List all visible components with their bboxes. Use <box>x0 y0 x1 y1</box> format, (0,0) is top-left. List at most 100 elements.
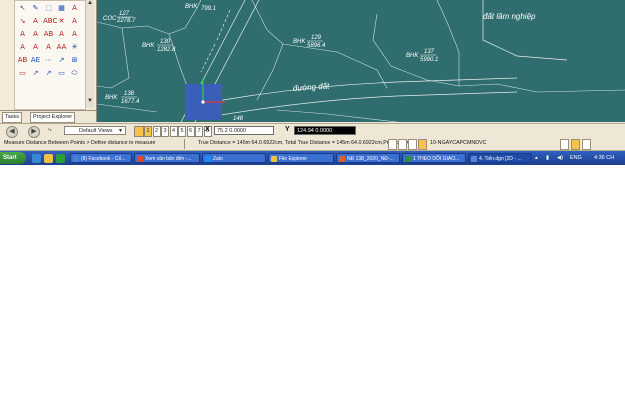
tool-button[interactable]: ⬭ <box>69 68 80 78</box>
status-bar: Measure Distance Between Points > Define… <box>0 138 625 151</box>
warning-icon[interactable] <box>571 139 580 150</box>
tool-button[interactable]: ↖ <box>17 3 28 13</box>
folder-icon[interactable] <box>134 126 144 137</box>
microstation-window: ↖ ✎ ⬚ ▦ A ↘ A ABC ✕ A A A AB A A A A A AA ✳ AB AE ⋯ ↗ ⊞ ▭ ↗ ↗ ▭ ⬭ ▲ ▼… <box>0 0 625 165</box>
scroll-down-icon[interactable]: ▼ <box>87 98 93 104</box>
padlock-icon[interactable] <box>418 139 427 150</box>
status-settings-icon[interactable] <box>582 139 591 150</box>
app-icon <box>339 156 345 162</box>
tool-button[interactable]: A <box>56 29 67 39</box>
parcel-bhk-name: BHK <box>185 4 198 10</box>
tool-button[interactable]: AA <box>56 42 67 52</box>
view-3-button[interactable]: 3 <box>161 126 169 137</box>
tool-button[interactable]: A <box>17 42 28 52</box>
tool-button[interactable]: AE <box>30 55 41 65</box>
status-distance: True Distance = 145m 64.0.6922cm, Total … <box>198 140 411 146</box>
y-label: Y <box>285 126 290 133</box>
tool-button[interactable]: A <box>69 3 80 13</box>
fraction-bars <box>117 16 436 98</box>
parcel-137-number: 137 <box>424 49 435 55</box>
view-1-button[interactable]: 1 <box>144 126 152 137</box>
tool-button[interactable]: ✳ <box>69 42 80 52</box>
tool-button[interactable]: A <box>69 16 80 26</box>
snap-icon[interactable] <box>388 139 397 150</box>
ie-icon[interactable] <box>32 154 41 163</box>
view-6-button[interactable]: 6 <box>186 126 195 137</box>
tab-tasks-label: Tasks <box>5 114 20 120</box>
volume-icon[interactable]: ◀) <box>557 151 563 165</box>
language-indicator[interactable]: ENG <box>570 151 582 165</box>
tool-button[interactable]: ⋯ <box>43 55 54 65</box>
tool-button[interactable]: ✕ <box>56 16 67 26</box>
taskbar-item[interactable]: (8) Facebook - Cố... <box>70 153 132 163</box>
app-icon <box>205 156 211 162</box>
parcel-130-name: BHK <box>142 43 155 49</box>
tool-button[interactable]: ⊞ <box>69 55 80 65</box>
tray-arrow-icon[interactable]: ▴ <box>535 151 538 165</box>
taskbar-item[interactable]: File Explorer <box>268 153 334 163</box>
tool-button[interactable]: ↗ <box>56 55 67 65</box>
parcel-129-number: 129 <box>311 35 322 41</box>
parcel-boundaries <box>97 0 625 122</box>
palette-scrollbar[interactable]: ▲ ▼ <box>85 0 94 108</box>
forward-icon[interactable]: ▶ <box>28 126 40 138</box>
tab-tasks[interactable]: Tasks <box>2 112 23 123</box>
tab-project-explorer[interactable]: Project Explorer <box>30 112 76 123</box>
map-view[interactable]: COC 127 2278.7 BHK 799.1 BHK 130 1282.8 … <box>97 0 625 122</box>
tool-button[interactable]: AB <box>43 29 54 39</box>
tool-button[interactable]: A <box>30 16 41 26</box>
parcel-127-name: COC <box>103 16 117 22</box>
start-button[interactable]: Start <box>0 152 26 164</box>
tool-grid: ↖ ✎ ⬚ ▦ A ↘ A ABC ✕ A A A AB A A A A A AA ✳ AB AE ⋯ ↗ ⊞ ▭ ↗ ↗ ▭ ⬭ <box>14 0 86 110</box>
tool-button[interactable]: ▦ <box>56 3 67 13</box>
app-icon <box>405 156 411 162</box>
tool-button[interactable]: ABC <box>43 16 57 26</box>
tool-button[interactable]: A <box>30 42 41 52</box>
tool-button[interactable]: ↗ <box>30 68 41 78</box>
status-hint: Measure Distance Between Points > Define… <box>4 140 156 146</box>
taskbar-item[interactable]: 4. Tiến.dgn [2D - ... <box>468 153 532 163</box>
taskbar-item-label: NĐ 138_2020_NĐ-... <box>347 156 394 162</box>
explorer-icon[interactable] <box>44 154 53 163</box>
taskbar-item-label: 1 THEO DÕI GIAO... <box>413 156 460 162</box>
parcel-138-name: BHK <box>105 95 118 101</box>
tool-button[interactable]: AB <box>17 55 28 65</box>
map-drawing[interactable]: COC 127 2278.7 BHK 799.1 BHK 130 1282.8 … <box>97 0 625 122</box>
view-5-button[interactable]: 5 <box>178 126 186 137</box>
tab-explorer-label: Project Explorer <box>33 114 73 120</box>
tool-button[interactable]: ↗ <box>43 68 54 78</box>
tool-button[interactable]: ✎ <box>30 3 41 13</box>
design-model-icon[interactable] <box>560 139 569 150</box>
default-views-dropdown[interactable]: Default Views ▼ <box>64 126 126 135</box>
view-2-button[interactable]: 2 <box>152 126 161 137</box>
taskbar-item[interactable]: 1 THEO DÕI GIAO... <box>402 153 466 163</box>
network-icon[interactable]: ▮ <box>546 151 549 165</box>
tool-button[interactable]: ↘ <box>17 16 28 26</box>
taskbar-item-label: Zalo <box>213 156 223 162</box>
tool-button[interactable]: A <box>69 29 80 39</box>
parcel-129-area: 5896.4 <box>307 43 326 49</box>
view-link-icon[interactable]: ⤷ <box>48 127 51 134</box>
taskbar-item-label: 4. Tiến.dgn [2D - ... <box>479 156 522 162</box>
y-coordinate-field[interactable]: 124.94 0.0000 <box>294 126 356 135</box>
clock[interactable]: 4:36 CH <box>594 151 614 165</box>
view-7-button[interactable]: 7 <box>195 126 203 137</box>
x-coordinate-field[interactable]: 75.2 0.0000 <box>214 126 274 135</box>
tool-button[interactable]: ▭ <box>17 68 28 78</box>
back-icon[interactable]: ◀ <box>6 126 18 138</box>
taskbar-item[interactable]: Xem văn bản đến -... <box>134 153 200 163</box>
tool-button[interactable]: ⬚ <box>43 3 54 13</box>
media-player-icon[interactable] <box>56 154 65 163</box>
taskbar-item[interactable]: NĐ 138_2020_NĐ-... <box>336 153 400 163</box>
active-level[interactable]: 10-NGAYCAPCMNDVC <box>430 140 486 146</box>
tool-button[interactable]: ▭ <box>56 68 67 78</box>
tool-button[interactable]: A <box>43 42 54 52</box>
tool-button[interactable]: A <box>30 29 41 39</box>
scroll-up-icon[interactable]: ▲ <box>87 0 93 6</box>
taskbar-item[interactable]: Zalo <box>202 153 266 163</box>
parcel-bhk-area: 799.1 <box>201 6 216 12</box>
lock-icon[interactable] <box>398 139 407 150</box>
view-4-button[interactable]: 4 <box>169 126 178 137</box>
tool-button[interactable]: A <box>17 29 28 39</box>
message-icon[interactable] <box>408 139 417 150</box>
